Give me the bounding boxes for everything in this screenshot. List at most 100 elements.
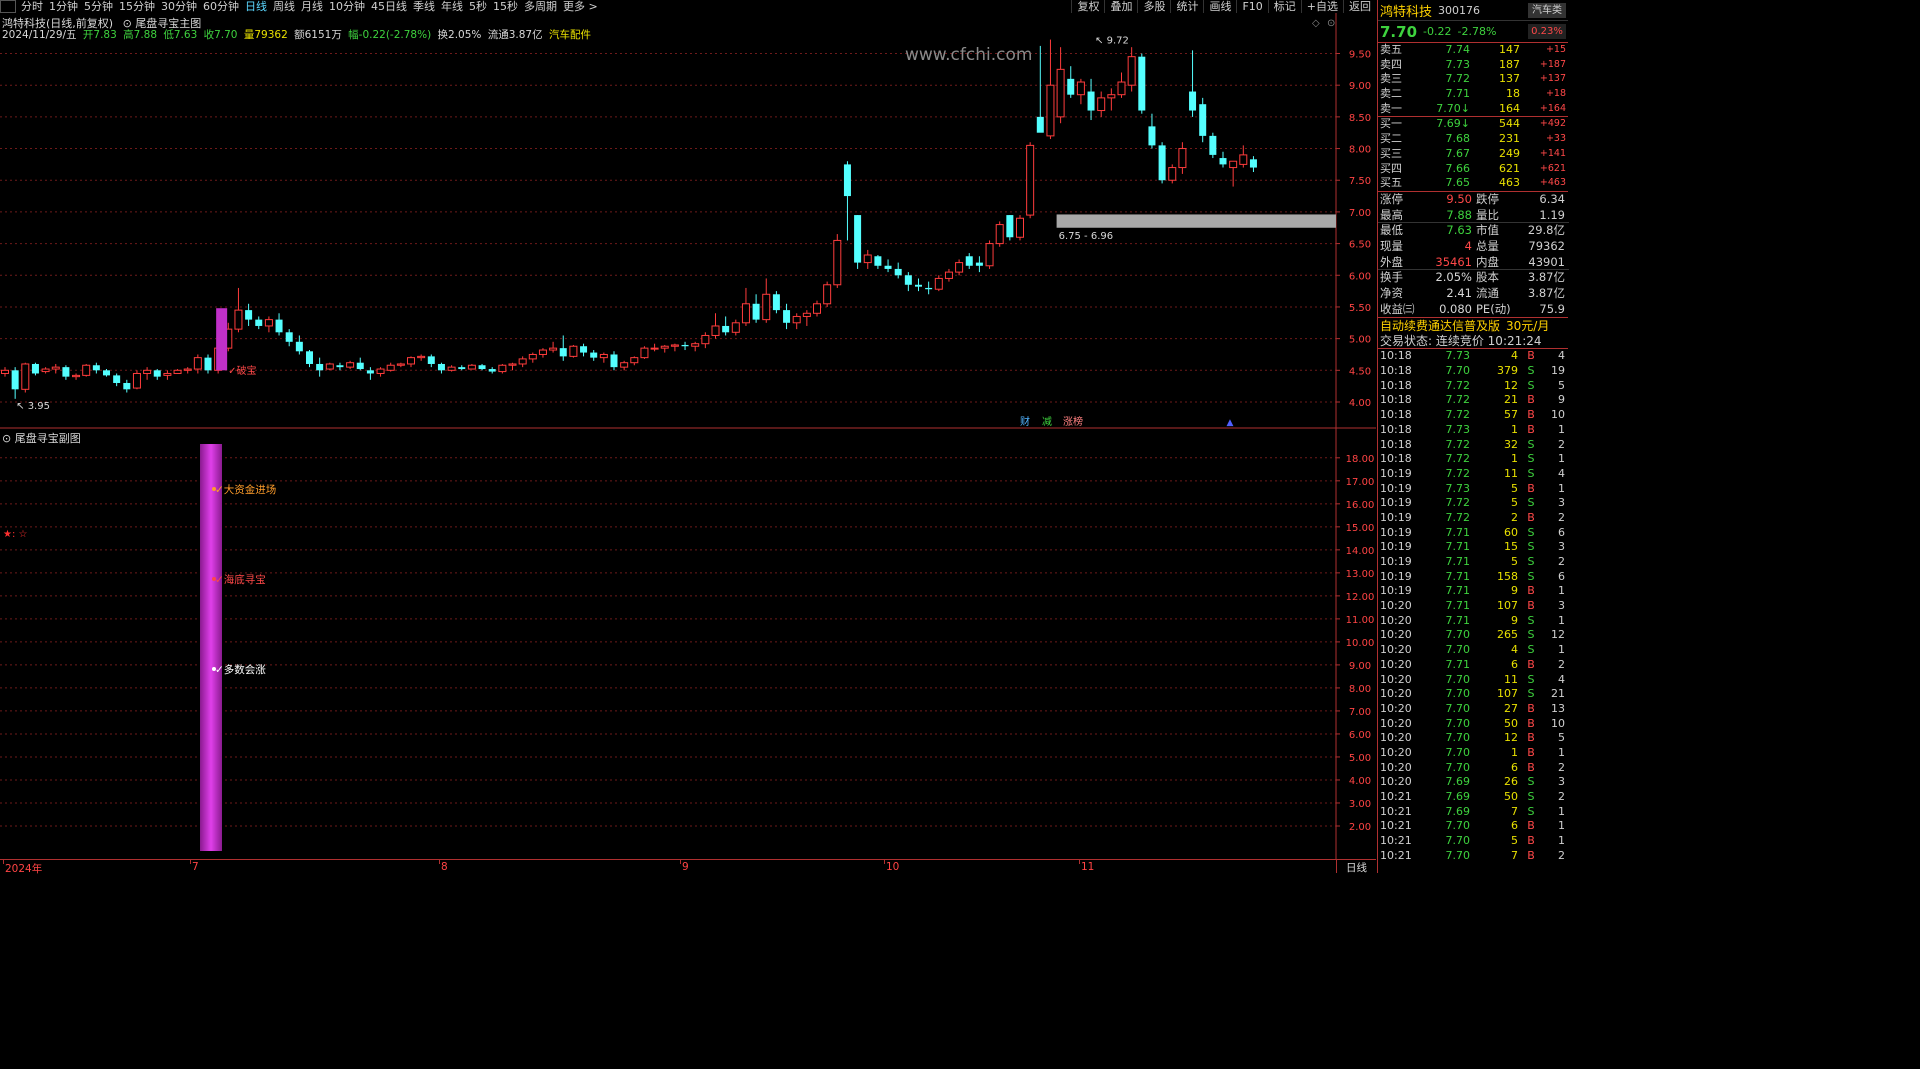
candle[interactable] [1016, 215, 1024, 241]
period-tab[interactable]: 30分钟 [158, 0, 200, 13]
toolbar-button[interactable]: 画线 [1203, 0, 1236, 13]
trade-tick-row[interactable]: 10:21 7.70 7 B 2 [1378, 849, 1568, 864]
sub-indicator-chart[interactable]: 18.00 17.00 16.00 15.00 14.00 13.00 12.00 11.00… [0, 429, 1376, 859]
candle[interactable] [264, 316, 273, 333]
candle[interactable] [437, 362, 445, 374]
candle[interactable] [173, 369, 182, 374]
trade-tick-row[interactable]: 10:18 7.72 57 B 10 [1378, 408, 1568, 423]
candle[interactable] [1087, 78, 1095, 121]
candle[interactable] [610, 351, 618, 371]
orderbook-row[interactable]: 卖四 7.73 187 +187 [1378, 58, 1568, 73]
candle[interactable] [863, 249, 872, 269]
candle[interactable] [823, 281, 832, 307]
orderbook-row[interactable]: 买四 7.66 621 +621 [1378, 162, 1568, 177]
candle[interactable] [356, 357, 364, 371]
orderbook-row[interactable]: 买二 7.68 231 +33 [1378, 132, 1568, 147]
period-tab[interactable]: 10分钟 [326, 0, 368, 13]
toolbar-button[interactable]: F10 [1236, 0, 1267, 13]
trade-tick-row[interactable]: 10:19 7.71 9 B 1 [1378, 584, 1568, 599]
toolbar-button[interactable]: 统计 [1170, 0, 1203, 13]
trade-tick-row[interactable]: 10:19 7.73 5 B 1 [1378, 482, 1568, 497]
candle[interactable] [843, 161, 851, 241]
period-tab[interactable]: 日线 [242, 0, 270, 13]
trade-tick-row[interactable]: 10:20 7.70 265 S 12 [1378, 628, 1568, 643]
candle[interactable] [31, 362, 39, 376]
candle[interactable] [1127, 47, 1136, 92]
candle[interactable] [722, 316, 730, 336]
candle[interactable] [41, 367, 50, 374]
trade-tick-row[interactable]: 10:18 7.72 12 S 5 [1378, 379, 1568, 394]
candle[interactable] [325, 362, 334, 371]
trade-tick-row[interactable]: 10:20 7.70 12 B 5 [1378, 731, 1568, 746]
candle[interactable] [132, 370, 141, 390]
candle[interactable] [630, 356, 639, 366]
period-tab[interactable]: 15秒 [490, 0, 521, 13]
orderbook-row[interactable]: 买五 7.65 463 +463 [1378, 176, 1568, 191]
candle[interactable] [11, 367, 19, 399]
period-tab[interactable]: 15分钟 [116, 0, 158, 13]
period-tab[interactable]: 多周期 [521, 0, 560, 13]
period-tab[interactable]: 分时 [18, 0, 46, 13]
candle[interactable] [833, 234, 842, 288]
candle[interactable] [975, 256, 983, 273]
candle[interactable] [569, 344, 578, 358]
candle[interactable] [234, 287, 243, 333]
candle[interactable] [336, 362, 344, 371]
candle[interactable] [417, 354, 426, 361]
trade-tick-row[interactable]: 10:18 7.70 379 S 19 [1378, 364, 1568, 379]
candle[interactable] [701, 332, 710, 349]
promo-banner[interactable]: 自动续费通达信普及版 30元/月 [1378, 317, 1568, 333]
event-mark[interactable]: 财 [1020, 415, 1030, 428]
trade-tick-row[interactable]: 10:18 7.72 1 S 1 [1378, 452, 1568, 467]
candle[interactable] [72, 373, 81, 380]
candle[interactable] [1178, 142, 1187, 174]
candle[interactable] [1076, 78, 1085, 105]
period-mode-button[interactable]: 日线 [1336, 860, 1376, 874]
candle[interactable] [488, 367, 496, 374]
candle[interactable] [792, 313, 801, 330]
toolbar-button[interactable]: 标记 [1267, 0, 1301, 13]
period-tab[interactable]: 5分钟 [81, 0, 116, 13]
candle[interactable] [580, 343, 588, 357]
candle[interactable] [549, 341, 558, 353]
trade-tick-row[interactable]: 10:20 7.71 9 S 1 [1378, 614, 1568, 629]
candle[interactable] [894, 262, 902, 279]
candle[interactable] [467, 363, 476, 370]
candle[interactable] [741, 287, 750, 326]
candle[interactable] [275, 313, 283, 336]
trade-tick-row[interactable]: 10:21 7.70 6 B 1 [1378, 819, 1568, 834]
candle[interactable] [478, 363, 486, 371]
candle[interactable] [772, 291, 780, 314]
trade-tick-row[interactable]: 10:19 7.72 5 S 3 [1378, 496, 1568, 511]
sub-chart-canvas[interactable]: 18.00 17.00 16.00 15.00 14.00 13.00 12.00 11.00… [0, 429, 1376, 859]
trade-tick-row[interactable]: 10:20 7.71 6 B 2 [1378, 658, 1568, 673]
candle[interactable] [447, 365, 456, 372]
candle[interactable] [113, 373, 121, 387]
toolbar-button[interactable]: 返回 [1343, 0, 1376, 13]
diamond-icon[interactable]: ◇ [1312, 18, 1320, 29]
event-mark[interactable]: 减 [1042, 416, 1052, 428]
period-tab[interactable]: 更多 > [560, 0, 601, 13]
candle[interactable] [1067, 66, 1075, 98]
trade-tick-row[interactable]: 10:20 7.70 4 S 1 [1378, 643, 1568, 658]
candle[interactable] [62, 365, 70, 380]
toolbar-button[interactable]: +自选 [1300, 0, 1343, 13]
candle[interactable] [123, 379, 131, 393]
trade-tick-row[interactable]: 10:21 7.69 7 S 1 [1378, 805, 1568, 820]
candle[interactable] [366, 367, 374, 380]
tick-list[interactable]: 10:18 7.73 4 B 4 10:18 7.70 379 S 19 10:18 7.72 12 S 5… [1378, 349, 1568, 863]
candle[interactable] [1249, 156, 1257, 172]
trade-tick-row[interactable]: 10:20 7.69 26 S 3 [1378, 775, 1568, 790]
candle[interactable] [1199, 97, 1207, 143]
candle[interactable] [995, 221, 1004, 247]
trade-tick-row[interactable]: 10:20 7.70 11 S 4 [1378, 673, 1568, 688]
trade-tick-row[interactable]: 10:20 7.70 6 B 2 [1378, 761, 1568, 776]
trade-tick-row[interactable]: 10:20 7.70 107 S 21 [1378, 687, 1568, 702]
trade-tick-row[interactable]: 10:19 7.72 11 S 4 [1378, 467, 1568, 482]
candle[interactable] [620, 360, 629, 371]
candle[interactable] [1026, 142, 1035, 219]
settings-icon[interactable]: ⊙ [1327, 18, 1335, 29]
orderbook-row[interactable]: 卖二 7.71 18 +18 [1378, 87, 1568, 102]
candle[interactable] [650, 343, 659, 352]
period-tab[interactable]: 季线 [410, 0, 438, 13]
